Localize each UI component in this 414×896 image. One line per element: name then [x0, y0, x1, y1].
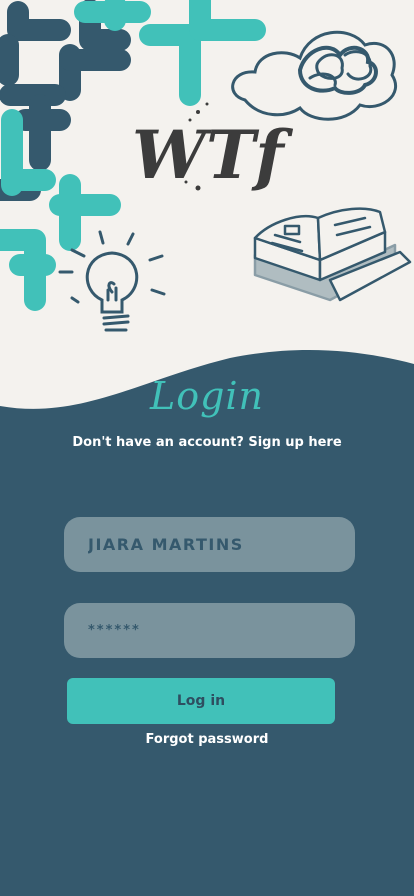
username-input[interactable] [64, 517, 355, 572]
cloud-scribble-icon [231, 30, 398, 121]
password-field[interactable] [64, 603, 355, 658]
forgot-password-link[interactable]: Forgot password [0, 732, 414, 747]
password-input[interactable] [64, 603, 355, 658]
username-field[interactable] [64, 517, 355, 572]
page-title: Login [149, 374, 265, 418]
open-book-icon [253, 207, 412, 302]
signup-link[interactable]: Don't have an account? Sign up here [0, 435, 414, 450]
wtf-logo-text: WTf [132, 116, 293, 194]
login-button[interactable]: Log in [67, 678, 335, 724]
